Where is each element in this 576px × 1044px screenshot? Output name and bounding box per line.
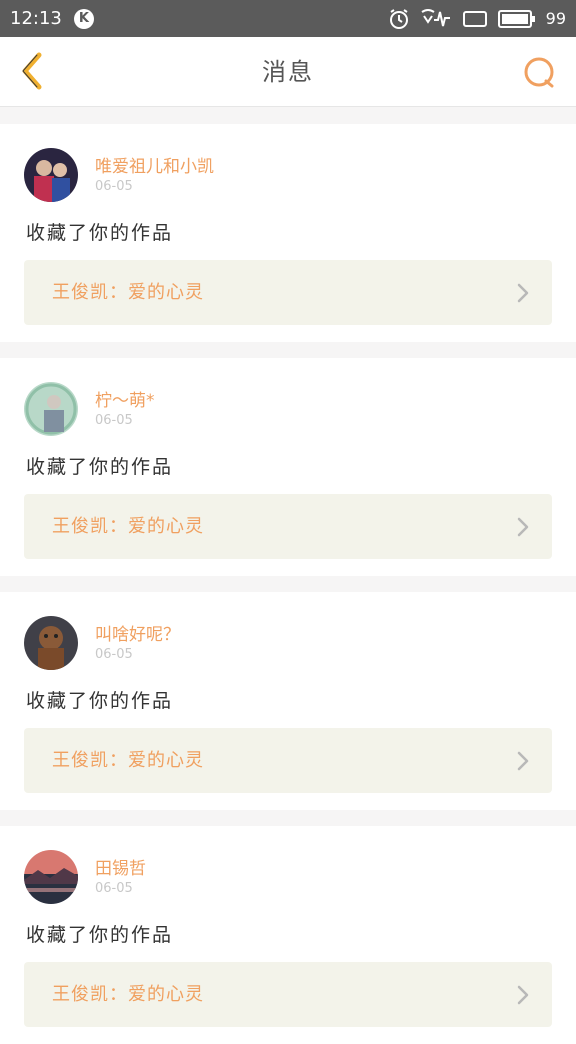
avatar[interactable] [24,382,78,436]
username[interactable]: 柠～萌* [95,386,155,411]
clock-time: 12:13 [10,8,62,29]
username[interactable]: 唯爱祖儿和小凯 [95,152,214,177]
battery-icon [497,9,536,29]
page-title: 消息 [262,58,314,86]
message-item: 田锡哲 06-05 收藏了你的作品 王俊凯：爱的心灵 [0,826,576,1044]
work-title: 王俊凯：爱的心灵 [52,750,204,771]
avatar[interactable] [24,616,78,670]
app-header: 消息 [0,37,576,107]
status-bar: 12:13 K 99 [0,0,576,37]
message-text: 收藏了你的作品 [26,222,174,244]
alarm-icon [388,8,410,30]
message-item: 叫啥好呢？ 06-05 收藏了你的作品 王俊凯：爱的心灵 [0,592,576,810]
work-title: 王俊凯：爱的心灵 [52,984,204,1005]
work-title: 王俊凯：爱的心灵 [52,516,204,537]
work-link[interactable]: 王俊凯：爱的心灵 [24,728,552,793]
status-left: 12:13 K [10,8,94,29]
message-text: 收藏了你的作品 [26,924,174,946]
battery-level: 99 [545,9,566,28]
avatar[interactable] [24,148,78,202]
work-title: 王俊凯：爱的心灵 [52,282,204,303]
chevron-right-icon [516,984,530,1010]
chevron-right-icon [516,282,530,308]
message-text: 收藏了你的作品 [26,690,174,712]
message-date: 06-05 [95,647,133,662]
message-text: 收藏了你的作品 [26,456,174,478]
message-list: 唯爱祖儿和小凯 06-05 收藏了你的作品 王俊凯：爱的心灵 柠～萌* 06-0… [0,108,576,1044]
message-item: 柠～萌* 06-05 收藏了你的作品 王俊凯：爱的心灵 [0,358,576,576]
username[interactable]: 田锡哲 [95,854,146,879]
work-link[interactable]: 王俊凯：爱的心灵 [24,260,552,325]
wifi-icon [420,8,452,30]
search-button[interactable] [522,55,558,91]
avatar[interactable] [24,850,78,904]
message-date: 06-05 [95,179,133,194]
message-item: 唯爱祖儿和小凯 06-05 收藏了你的作品 王俊凯：爱的心灵 [0,124,576,342]
chevron-right-icon [516,750,530,776]
username[interactable]: 叫啥好呢？ [95,620,180,645]
status-right: 99 [388,8,566,30]
message-date: 06-05 [95,881,133,896]
chevron-right-icon [516,516,530,542]
work-link[interactable]: 王俊凯：爱的心灵 [24,494,552,559]
screen-icon [462,9,488,29]
search-icon [522,57,558,95]
work-link[interactable]: 王俊凯：爱的心灵 [24,962,552,1027]
notification-badge: K [73,8,94,29]
message-date: 06-05 [95,413,133,428]
